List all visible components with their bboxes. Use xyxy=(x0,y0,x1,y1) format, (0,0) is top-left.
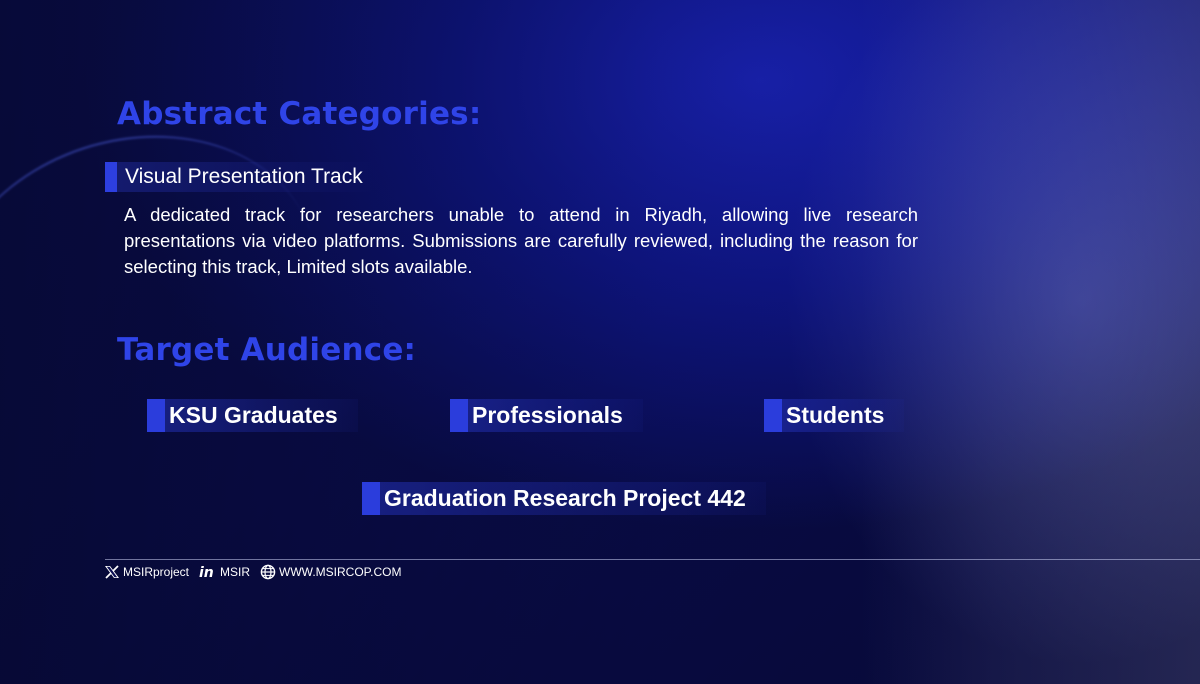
audience-chip-professionals: Professionals xyxy=(450,399,643,432)
audience-chip-label: KSU Graduates xyxy=(165,399,358,432)
linkedin-icon: in xyxy=(199,565,217,579)
track-title-label: Visual Presentation Track xyxy=(105,162,373,192)
track-description: A dedicated track for researchers unable… xyxy=(124,204,918,277)
audience-chip-students: Students xyxy=(764,399,905,432)
target-audience-heading: Target Audience: xyxy=(117,332,417,368)
accent-bar xyxy=(105,162,117,192)
footer-website-link[interactable]: WWW.MSIRCOP.COM xyxy=(260,564,401,580)
audience-chip-label: Professionals xyxy=(468,399,643,432)
accent-bar xyxy=(450,399,468,432)
website-url: WWW.MSIRCOP.COM xyxy=(279,565,402,579)
audience-chip-graduation-project: Graduation Research Project 442 xyxy=(362,482,766,515)
footer-divider xyxy=(105,559,1200,560)
audience-chip-label: Students xyxy=(782,399,905,432)
audience-chip-ksu-graduates: KSU Graduates xyxy=(147,399,358,432)
globe-icon xyxy=(260,564,276,580)
audience-chip-label: Graduation Research Project 442 xyxy=(380,482,766,515)
abstract-categories-heading: Abstract Categories: xyxy=(117,96,482,132)
track-title: Visual Presentation Track xyxy=(117,162,373,192)
footer-linkedin-link[interactable]: in MSIR xyxy=(199,565,250,579)
svg-text:in: in xyxy=(199,565,214,579)
x-logo-icon xyxy=(104,565,120,579)
footer-social-links: MSIRproject in MSIR WWW.MSIRCOP.COM xyxy=(104,563,401,581)
x-handle: MSIRproject xyxy=(123,565,190,579)
slide-content: Abstract Categories: Visual Presentation… xyxy=(0,0,1200,684)
accent-bar xyxy=(362,482,380,515)
accent-bar xyxy=(147,399,165,432)
footer-x-link[interactable]: MSIRproject xyxy=(104,565,189,579)
linkedin-handle: MSIR xyxy=(220,565,251,579)
accent-bar xyxy=(764,399,782,432)
